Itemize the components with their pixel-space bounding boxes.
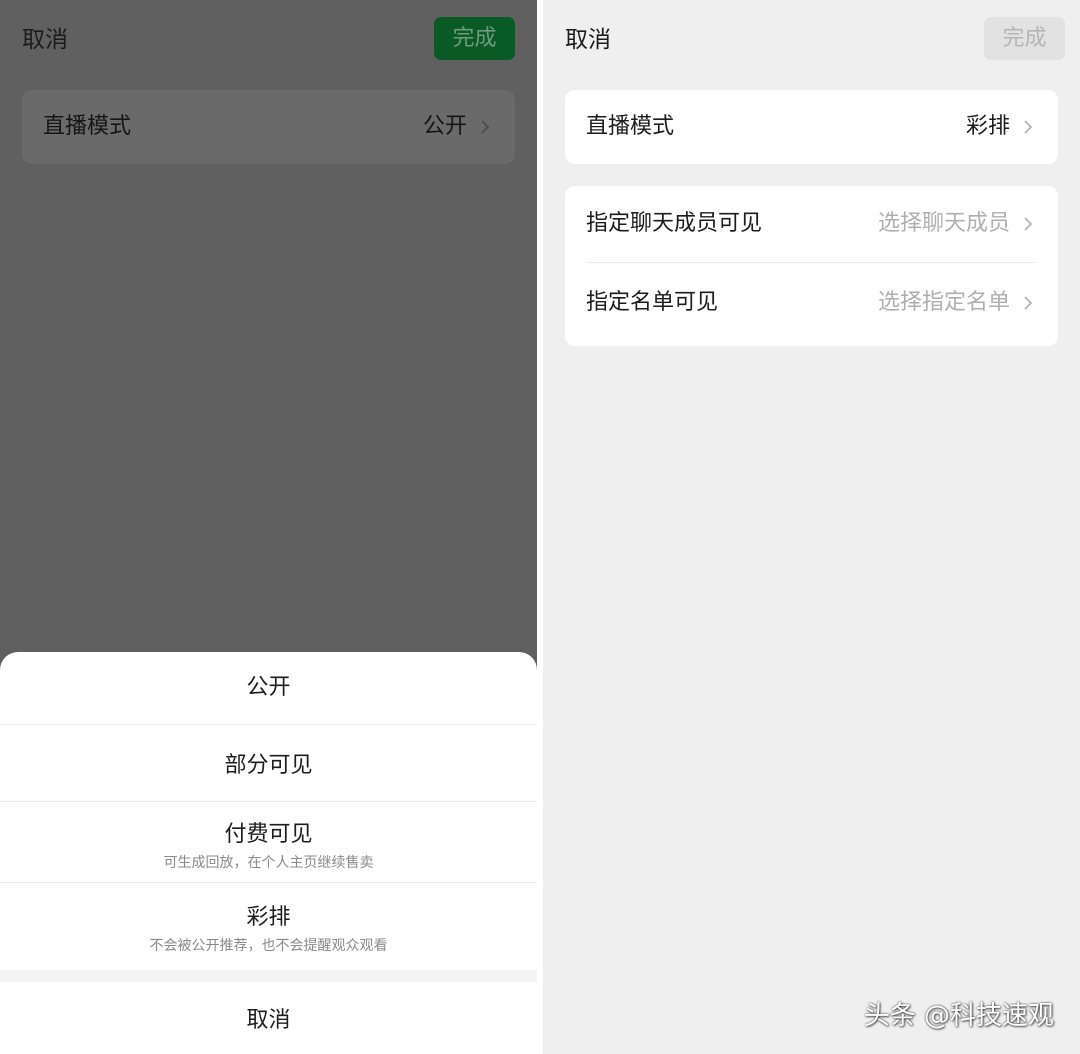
chat-members-row[interactable]: 指定聊天成员可见 选择聊天成员 xyxy=(565,186,1058,262)
chevron-right-icon xyxy=(481,120,490,134)
sheet-option-rehearsal[interactable]: 彩排 不会被公开推荐，也不会提醒观众观看 xyxy=(0,883,537,969)
watermark: 头条 @科技速观 xyxy=(863,1001,1054,1031)
sheet-option-paid-subtitle: 可生成回放，在个人主页继续售卖 xyxy=(163,855,374,871)
sheet-option-paid-title: 付费可见 xyxy=(224,822,313,847)
sheet-cancel-label: 取消 xyxy=(246,1008,291,1033)
chevron-right-icon xyxy=(1024,217,1033,231)
sheet-option-partial[interactable]: 部分可见 xyxy=(0,725,537,802)
left-live-mode-row[interactable]: 直播模式 公开 xyxy=(22,90,515,164)
sheet-option-rehearsal-title: 彩排 xyxy=(246,905,291,930)
visibility-card: 指定聊天成员可见 选择聊天成员 指定名单可见 选择指定名单 xyxy=(565,186,1058,346)
left-top-bar: 取消 完成 xyxy=(0,0,537,80)
right-live-mode-value: 彩排 xyxy=(965,114,1010,139)
right-live-mode-row[interactable]: 直播模式 彩排 xyxy=(565,90,1058,164)
left-mode-card: 直播模式 公开 xyxy=(22,90,515,164)
chevron-right-icon xyxy=(1024,296,1033,310)
sheet-option-rehearsal-subtitle: 不会被公开推荐，也不会提醒观众观看 xyxy=(149,938,388,954)
sheet-option-paid[interactable]: 付费可见 可生成回放，在个人主页继续售卖 xyxy=(0,802,537,883)
right-cancel-button[interactable]: 取消 xyxy=(565,24,611,56)
left-live-mode-label: 直播模式 xyxy=(43,114,132,139)
right-screen: 取消 完成 直播模式 彩排 指定聊天成员可见 选择聊天成员 指定名单可见 选择指… xyxy=(543,0,1080,1054)
left-live-mode-value: 公开 xyxy=(422,114,467,139)
chat-members-label: 指定聊天成员可见 xyxy=(586,211,763,236)
right-done-button[interactable]: 完成 xyxy=(984,17,1065,60)
left-done-button[interactable]: 完成 xyxy=(434,17,515,60)
named-list-row[interactable]: 指定名单可见 选择指定名单 xyxy=(565,262,1058,346)
right-top-bar: 取消 完成 xyxy=(543,0,1080,80)
sheet-option-public-title: 公开 xyxy=(246,675,291,700)
sheet-option-public[interactable]: 公开 xyxy=(0,652,537,725)
chevron-right-icon xyxy=(1024,120,1033,134)
sheet-option-partial-title: 部分可见 xyxy=(224,753,313,778)
left-screen: 取消 完成 直播模式 公开 公开 部分可见 付费可见 可生成回放，在个人主页继续… xyxy=(0,0,537,1054)
sheet-separator xyxy=(0,970,537,982)
right-live-mode-label: 直播模式 xyxy=(586,114,675,139)
mode-bottom-sheet: 公开 部分可见 付费可见 可生成回放，在个人主页继续售卖 彩排 不会被公开推荐，… xyxy=(0,652,537,1054)
right-mode-card: 直播模式 彩排 xyxy=(565,90,1058,164)
left-cancel-button[interactable]: 取消 xyxy=(22,24,68,56)
named-list-label: 指定名单可见 xyxy=(586,290,719,315)
chat-members-value: 选择聊天成员 xyxy=(877,211,1010,236)
sheet-cancel-button[interactable]: 取消 xyxy=(0,982,537,1054)
named-list-value: 选择指定名单 xyxy=(877,290,1010,315)
